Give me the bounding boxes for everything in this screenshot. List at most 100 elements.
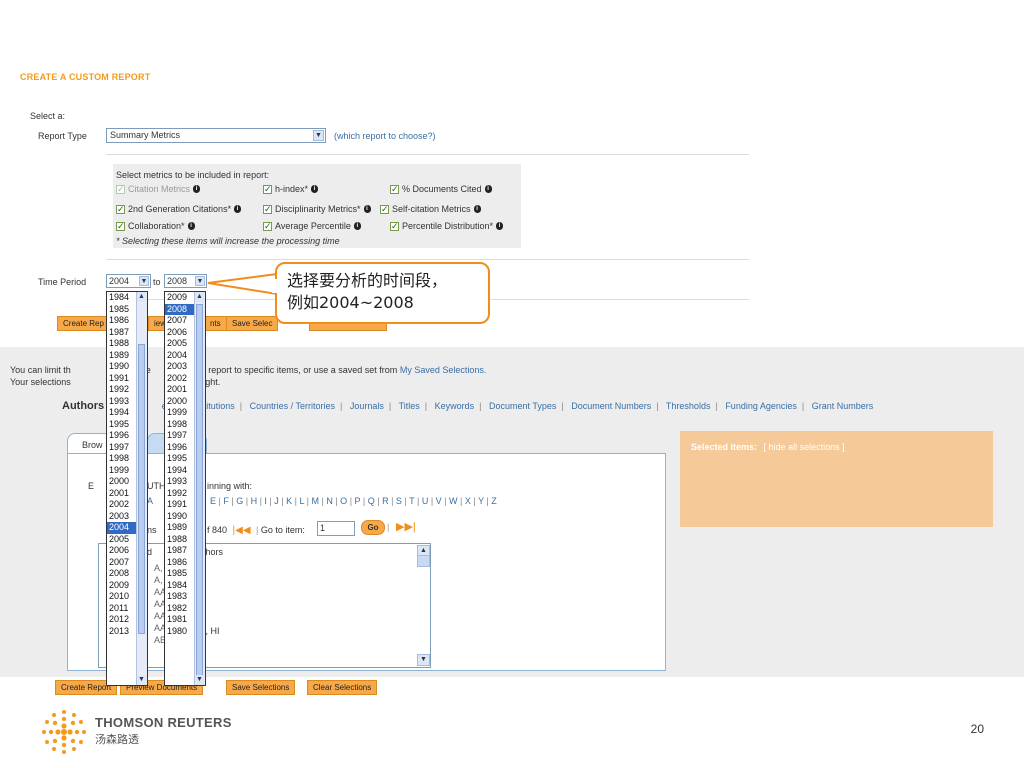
to-label: to (153, 277, 161, 287)
preview-documents-button-top-end[interactable]: nts (204, 316, 227, 331)
letter-separator: | (441, 496, 450, 506)
checkbox[interactable] (116, 221, 125, 232)
checkbox[interactable] (263, 221, 272, 232)
checkbox[interactable] (390, 221, 399, 232)
metric-self-citation[interactable]: Self-citation Metrics i (380, 204, 481, 215)
page-number: 20 (970, 722, 984, 736)
letter-link[interactable]: W (449, 496, 458, 506)
tab-journals[interactable]: Journals (350, 401, 384, 411)
checkbox[interactable] (380, 204, 389, 215)
which-report-link[interactable]: (which report to choose?) (334, 131, 436, 141)
page-title: CREATE A CUSTOM REPORT (20, 72, 151, 82)
metric-documents-cited[interactable]: % Documents Cited i (390, 184, 492, 195)
to-year-dropdown[interactable]: 2009 2008 2007 2006 2005 2004 2003 2002 2001 2000… (164, 291, 206, 686)
chevron-down-icon: ▼ (139, 276, 149, 286)
metric-disciplinarity[interactable]: Disciplinarity Metrics* i (263, 204, 371, 215)
save-selections-button-top[interactable]: Save Selec (226, 316, 279, 331)
go-to-item-input[interactable]: 1 (317, 521, 355, 536)
letter-link[interactable]: Z (491, 496, 497, 506)
items-fragment: ns (147, 525, 157, 535)
pager: f 840 |◀◀ | Go to item: (207, 525, 305, 536)
tab-countries[interactable]: Countries / Territories (250, 401, 335, 411)
scroll-thumb[interactable] (196, 304, 203, 676)
from-year-scrollbar[interactable]: ▲ ▼ (136, 292, 147, 685)
scroll-up-icon[interactable]: ▲ (195, 292, 204, 302)
thomson-reuters-logo-icon (42, 710, 86, 754)
report-type-select[interactable]: Summary Metrics ▼ (106, 128, 326, 143)
text-fragment: n your report to specific items, or use … (180, 365, 398, 375)
limit-text-line1: You can limit thben your report to speci… (10, 365, 486, 375)
letter-separator: | (414, 496, 422, 506)
checkbox[interactable] (116, 204, 125, 215)
metric-2nd-generation[interactable]: 2nd Generation Citations* i (116, 204, 242, 215)
select-a-label: Select a: (30, 111, 66, 121)
callout-pointer (207, 272, 278, 296)
checkbox[interactable] (116, 184, 125, 195)
info-icon[interactable]: i (311, 185, 319, 193)
info-icon[interactable]: i (193, 185, 201, 193)
to-year-scrollbar[interactable]: ▲ ▼ (194, 292, 205, 685)
metric-label: Self-citation Metrics (392, 204, 471, 214)
info-icon[interactable]: i (353, 222, 361, 230)
logo-chinese: 汤森路透 (95, 733, 139, 746)
authors-fragment: UTH (147, 481, 166, 491)
checkbox[interactable] (263, 184, 272, 195)
listbox-scrollbar[interactable]: ▲ ▼ (417, 545, 430, 666)
metrics-intro: Select metrics to be included in report: (116, 170, 270, 180)
metric-h-index[interactable]: h-index* i (263, 184, 319, 195)
scroll-thumb[interactable] (138, 344, 145, 634)
tab-document-types[interactable]: Document Types (489, 401, 556, 411)
tab-thresholds[interactable]: Thresholds (666, 401, 711, 411)
metrics-box: Select metrics to be included in report:… (113, 164, 521, 248)
report-type-value: Summary Metrics (110, 130, 181, 140)
scroll-down-icon[interactable]: ▼ (195, 675, 204, 685)
info-icon[interactable]: i (187, 222, 195, 230)
save-selections-button[interactable]: Save Selections (226, 680, 296, 695)
letter-separator: | (470, 496, 479, 506)
letter-separator: | (457, 496, 465, 506)
clear-selections-button[interactable]: Clear Selections (307, 680, 378, 695)
metric-collaboration[interactable]: Collaboration* i (116, 221, 195, 232)
scroll-down-icon[interactable]: ▼ (417, 654, 430, 666)
letters-row: E | F | G | H | I | J | K | L | M | N | … (210, 496, 497, 506)
tab-keywords[interactable]: Keywords (435, 401, 475, 411)
tab-funding-agencies[interactable]: Funding Agencies (725, 401, 797, 411)
tab-grant-numbers[interactable]: Grant Numbers (812, 401, 874, 411)
scroll-thumb[interactable] (417, 555, 430, 567)
letter-separator: | (360, 496, 368, 506)
letter-link[interactable]: Q (368, 496, 375, 506)
go-button[interactable]: Go (361, 520, 385, 535)
selected-items-label: Selected items: (691, 442, 758, 452)
callout-line2: 例如2004~2008 (287, 293, 414, 312)
hide-all-selections-link[interactable]: [ hide all selections ] (764, 442, 845, 452)
scroll-up-icon[interactable]: ▲ (137, 292, 146, 302)
info-icon[interactable]: i (234, 205, 242, 213)
metric-percentile-distribution[interactable]: Percentile Distribution* i (390, 221, 504, 232)
first-page-icon[interactable]: |◀◀ (233, 525, 251, 536)
metric-citation-metrics[interactable]: Citation Metrics i (116, 184, 201, 195)
text-fragment: Your selections (10, 377, 71, 387)
info-icon[interactable]: i (496, 222, 504, 230)
time-from-select[interactable]: 2004 ▼ (106, 274, 151, 288)
tab-document-numbers[interactable]: Document Numbers (571, 401, 651, 411)
letter-separator: | (347, 496, 355, 506)
checkbox[interactable] (263, 204, 272, 215)
create-report-button-top[interactable]: Create Rep (57, 316, 110, 331)
letter-link[interactable]: M (311, 496, 319, 506)
metric-label: % Documents Cited (402, 184, 482, 194)
my-saved-selections-link[interactable]: My Saved Selections. (400, 365, 487, 375)
time-to-select[interactable]: 2008 ▼ (164, 274, 207, 288)
from-year-dropdown[interactable]: 1984 1985 1986 1987 1988 1989 1990 1991 1992 1993… (106, 291, 148, 686)
checkbox[interactable] (390, 184, 399, 195)
info-icon[interactable]: i (473, 205, 481, 213)
info-icon[interactable]: i (363, 205, 371, 213)
metric-label: Average Percentile (275, 221, 351, 231)
info-icon[interactable]: i (484, 185, 492, 193)
tab-authors[interactable]: Authors (62, 400, 104, 412)
metric-average-percentile[interactable]: Average Percentile i (263, 221, 361, 232)
metric-label: h-index* (275, 184, 309, 194)
metric-label: Percentile Distribution* (402, 221, 494, 231)
last-page-icon[interactable]: ▶▶| (396, 520, 416, 533)
tab-titles[interactable]: Titles (399, 401, 420, 411)
scroll-down-icon[interactable]: ▼ (137, 675, 146, 685)
